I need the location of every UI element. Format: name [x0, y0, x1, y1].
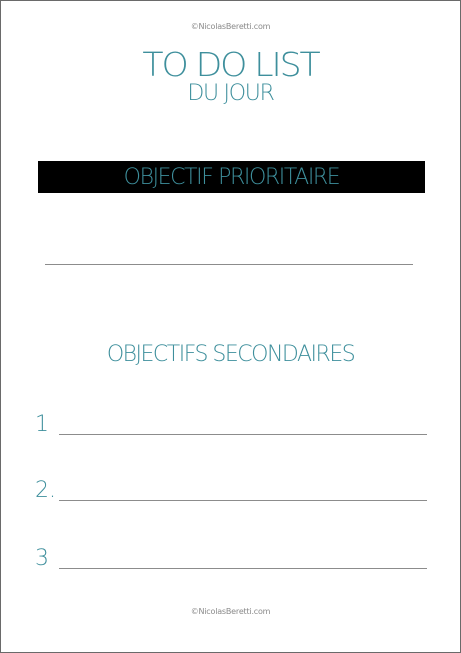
page-title: TO DO LIST	[142, 45, 320, 84]
copyright-top: ©NicolasBeretti.com	[190, 22, 271, 31]
secondary-task-2: 2.	[35, 478, 427, 504]
priority-heading: OBJECTIF PRIORITAIRE	[123, 165, 341, 190]
task-writing-line[interactable]	[59, 500, 427, 501]
task-number: 1	[35, 412, 49, 437]
task-number: 3	[35, 546, 49, 571]
priority-banner: OBJECTIF PRIORITAIRE	[38, 161, 425, 193]
task-writing-line[interactable]	[59, 434, 427, 435]
secondary-task-3: 3	[35, 546, 427, 572]
task-number: 2.	[35, 478, 56, 503]
task-writing-line[interactable]	[59, 568, 427, 569]
secondary-task-1: 1	[35, 412, 427, 438]
copyright-bottom: ©NicolasBeretti.com	[190, 607, 271, 616]
priority-writing-line[interactable]	[45, 264, 413, 265]
page-subtitle: DU JOUR	[187, 81, 274, 106]
secondary-heading: OBJECTIFS SECONDAIRES	[106, 342, 356, 367]
